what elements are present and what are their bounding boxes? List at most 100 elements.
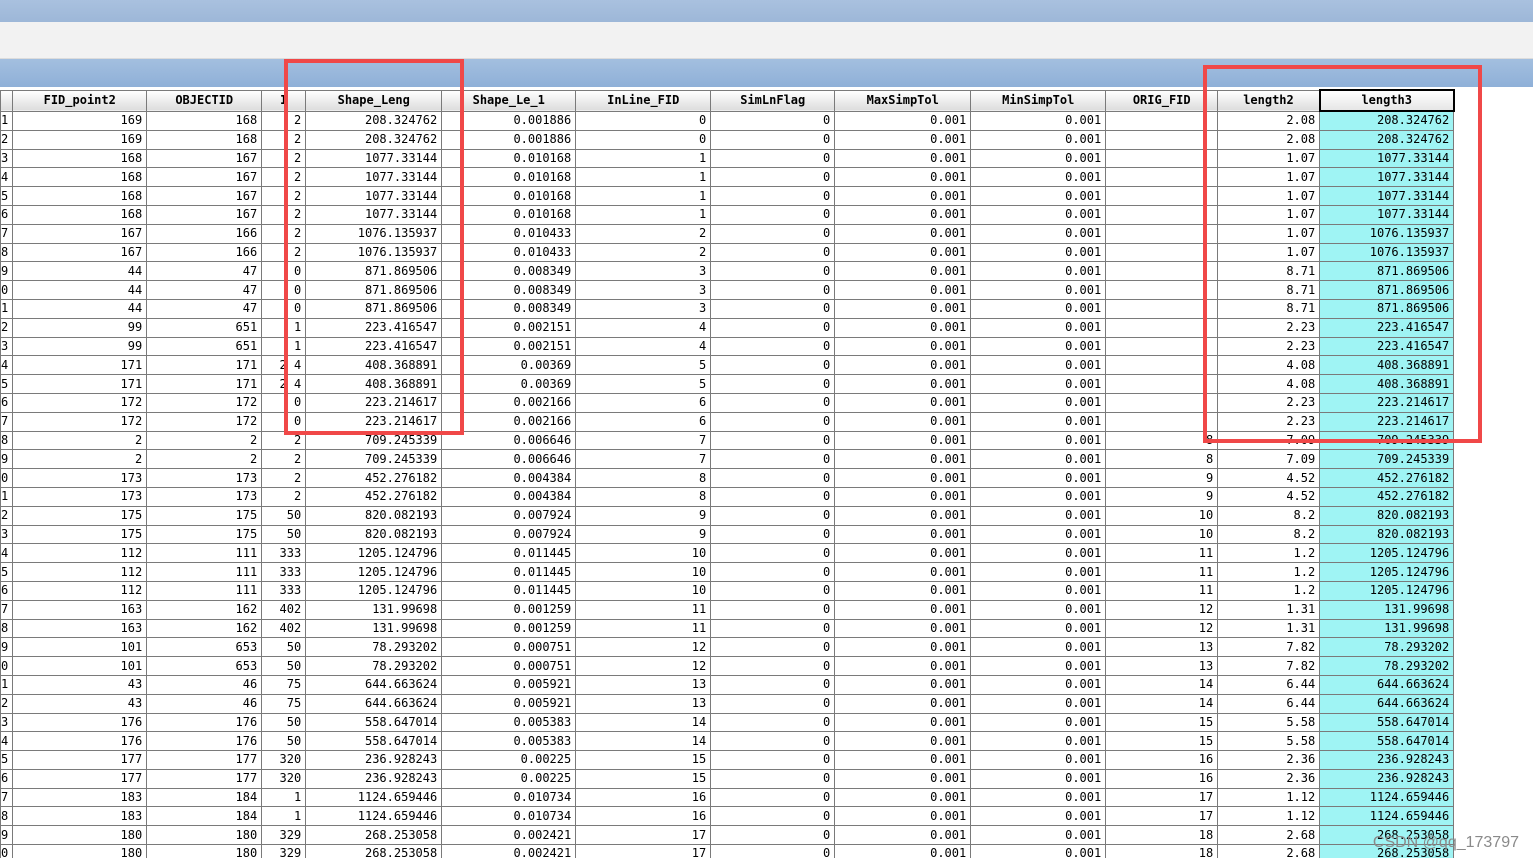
cell-id[interactable]: 402 xyxy=(261,599,307,620)
cell-maxsimptol[interactable]: 0.001 xyxy=(834,768,972,789)
table-row[interactable]: 5 112 111 333 1205.124796 0.011445 10 0 0.001 0.0… xyxy=(0,562,1455,582)
cell-simlnflag[interactable]: 0 xyxy=(710,712,836,733)
cell-objectid[interactable]: 166 xyxy=(146,242,263,263)
cell-shape-leng[interactable]: 644.663624 xyxy=(305,674,443,695)
cell-minsimptol[interactable]: 0.001 xyxy=(970,505,1107,526)
cell-minsimptol[interactable]: 0.001 xyxy=(970,317,1107,338)
cell-simlnflag[interactable]: 0 xyxy=(710,110,836,131)
table-row[interactable]: 5 168 167 2 1077.33144 0.010168 1 0 0.001 0.001 1.… xyxy=(0,186,1455,206)
cell-fid-point2[interactable]: 44 xyxy=(12,298,148,319)
cell-shape-leng[interactable]: 408.368891 xyxy=(305,355,443,376)
cell-shape-le-1[interactable]: 0.006646 xyxy=(441,430,577,451)
cell-rid[interactable]: 3 xyxy=(0,712,14,733)
cell-shape-leng[interactable]: 1076.135937 xyxy=(305,242,443,263)
cell-simlnflag[interactable]: 0 xyxy=(710,223,836,244)
cell-fid-point2[interactable]: 168 xyxy=(12,204,148,225)
cell-maxsimptol[interactable]: 0.001 xyxy=(834,712,972,733)
cell-inline-fid[interactable]: 9 xyxy=(575,524,712,545)
cell-fid-point2[interactable]: 99 xyxy=(12,317,148,338)
cell-maxsimptol[interactable]: 0.001 xyxy=(834,750,972,770)
cell-inline-fid[interactable]: 8 xyxy=(575,486,712,507)
cell-length2[interactable]: 8.2 xyxy=(1217,524,1321,545)
cell-minsimptol[interactable]: 0.001 xyxy=(970,806,1107,827)
cell-fid-point2[interactable]: 183 xyxy=(12,806,148,827)
cell-inline-fid[interactable]: 11 xyxy=(575,599,712,620)
cell-id[interactable]: 2 xyxy=(261,430,307,451)
cell-rid[interactable]: 4 xyxy=(0,167,14,188)
cell-length2[interactable]: 6.44 xyxy=(1217,674,1321,695)
cell-maxsimptol[interactable]: 0.001 xyxy=(834,411,972,432)
cell-rid[interactable]: 2 xyxy=(0,693,14,714)
cell-objectid[interactable]: 111 xyxy=(146,562,263,582)
cell-maxsimptol[interactable]: 0.001 xyxy=(834,599,972,620)
cell-shape-le-1[interactable]: 0.011445 xyxy=(441,580,577,601)
table-row[interactable]: 8 183 184 1 1124.659446 0.010734 16 0 0.001 0.001… xyxy=(0,806,1455,827)
cell-objectid[interactable]: 173 xyxy=(146,468,263,488)
cell-id[interactable]: 329 xyxy=(261,844,307,858)
cell-minsimptol[interactable]: 0.001 xyxy=(970,336,1107,357)
cell-maxsimptol[interactable]: 0.001 xyxy=(834,374,972,394)
cell-inline-fid[interactable]: 3 xyxy=(575,261,712,282)
cell-length2[interactable]: 6.44 xyxy=(1217,693,1321,714)
cell-shape-leng[interactable]: 223.416547 xyxy=(305,317,443,338)
cell-length3[interactable]: 1077.33144 xyxy=(1319,204,1455,225)
cell-inline-fid[interactable]: 7 xyxy=(575,430,712,451)
cell-length2[interactable]: 1.07 xyxy=(1217,167,1321,188)
cell-id[interactable]: 2 xyxy=(261,486,307,507)
cell-length3[interactable]: 78.293202 xyxy=(1319,637,1455,658)
cell-maxsimptol[interactable]: 0.001 xyxy=(834,524,972,545)
table-row[interactable]: 2 99 651 1 223.416547 0.002151 4 0 0.001 0.001 2.2… xyxy=(0,317,1455,338)
cell-shape-le-1[interactable]: 0.001886 xyxy=(441,110,577,131)
cell-simlnflag[interactable]: 0 xyxy=(710,336,836,357)
cell-minsimptol[interactable]: 0.001 xyxy=(970,129,1107,150)
cell-fid-point2[interactable]: 183 xyxy=(12,787,148,808)
cell-length2[interactable]: 1.31 xyxy=(1217,618,1321,639)
cell-minsimptol[interactable]: 0.001 xyxy=(970,618,1107,639)
cell-maxsimptol[interactable]: 0.001 xyxy=(834,242,972,263)
cell-id[interactable]: 2 xyxy=(261,449,307,470)
cell-maxsimptol[interactable]: 0.001 xyxy=(834,543,972,564)
cell-length3[interactable]: 223.214617 xyxy=(1319,411,1455,432)
cell-minsimptol[interactable]: 0.001 xyxy=(970,825,1107,846)
cell-orig-fid[interactable] xyxy=(1105,242,1219,263)
cell-shape-le-1[interactable]: 0.002151 xyxy=(441,336,577,357)
cell-simlnflag[interactable]: 0 xyxy=(710,750,836,770)
cell-shape-le-1[interactable]: 0.010734 xyxy=(441,806,577,827)
cell-shape-leng[interactable]: 268.253058 xyxy=(305,825,443,846)
table-row[interactable]: 5 177 177 320 236.928243 0.00225 15 0 0.001 0.001… xyxy=(0,750,1455,770)
cell-rid[interactable]: 7 xyxy=(0,787,14,808)
cell-length2[interactable]: 1.2 xyxy=(1217,543,1321,564)
cell-length3[interactable]: 709.245339 xyxy=(1319,430,1455,451)
cell-rid[interactable]: 7 xyxy=(0,599,14,620)
table-row[interactable]: 9 180 180 329 268.253058 0.002421 17 0 0.001 0.00… xyxy=(0,825,1455,846)
cell-maxsimptol[interactable]: 0.001 xyxy=(834,505,972,526)
cell-shape-leng[interactable]: 78.293202 xyxy=(305,637,443,658)
cell-shape-leng[interactable]: 223.416547 xyxy=(305,336,443,357)
cell-length2[interactable]: 4.08 xyxy=(1217,374,1321,394)
cell-id[interactable]: 50 xyxy=(261,637,307,658)
cell-length2[interactable]: 1.12 xyxy=(1217,806,1321,827)
cell-orig-fid[interactable] xyxy=(1105,148,1219,169)
cell-shape-le-1[interactable]: 0.004384 xyxy=(441,486,577,507)
cell-shape-le-1[interactable]: 0.00369 xyxy=(441,374,577,394)
cell-rid[interactable]: 9 xyxy=(0,261,14,282)
cell-id[interactable]: 75 xyxy=(261,674,307,695)
cell-minsimptol[interactable]: 0.001 xyxy=(970,242,1107,263)
table-row[interactable]: 8 2 2 2 709.245339 0.006646 7 0 0.001 0.001 8 7.09 7… xyxy=(0,430,1455,451)
cell-id[interactable]: 2 4 xyxy=(261,355,307,376)
cell-inline-fid[interactable]: 5 xyxy=(575,374,712,394)
cell-rid[interactable]: 6 xyxy=(0,392,14,413)
cell-length2[interactable]: 4.52 xyxy=(1217,468,1321,488)
cell-id[interactable]: 0 xyxy=(261,411,307,432)
cell-orig-fid[interactable] xyxy=(1105,186,1219,206)
cell-minsimptol[interactable]: 0.001 xyxy=(970,223,1107,244)
table-row[interactable]: 7 163 162 402 131.99698 0.001259 11 0 0.001 0.001… xyxy=(0,599,1455,620)
cell-objectid[interactable]: 651 xyxy=(146,317,263,338)
cell-length2[interactable]: 7.09 xyxy=(1217,449,1321,470)
cell-simlnflag[interactable]: 0 xyxy=(710,317,836,338)
cell-minsimptol[interactable]: 0.001 xyxy=(970,580,1107,601)
cell-shape-leng[interactable]: 709.245339 xyxy=(305,430,443,451)
cell-length2[interactable]: 5.58 xyxy=(1217,731,1321,752)
cell-maxsimptol[interactable]: 0.001 xyxy=(834,637,972,658)
cell-id[interactable]: 2 xyxy=(261,148,307,169)
